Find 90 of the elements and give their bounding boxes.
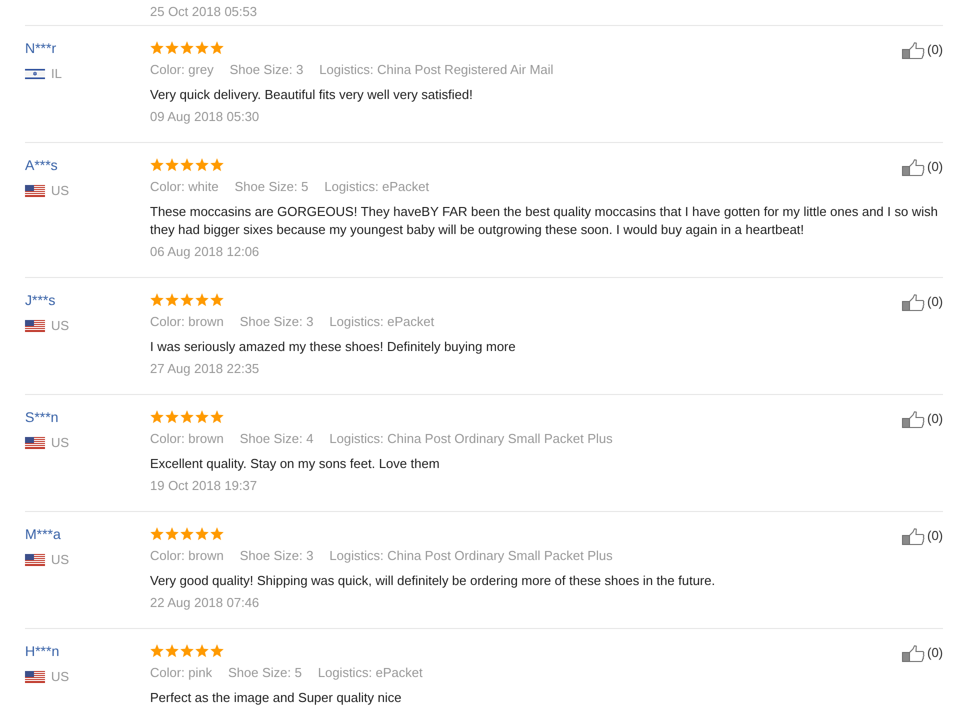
like-button[interactable]: (0): [902, 528, 943, 544]
star-icon: [150, 158, 164, 172]
product-attribute: Logistics: China Post Registered Air Mail: [319, 61, 554, 79]
star-icon: [180, 410, 194, 424]
thumbs-up-icon: [902, 294, 926, 310]
review-date: 19 Oct 2018 19:37: [150, 477, 257, 495]
star-icon: [210, 644, 224, 658]
product-attribute: Logistics: ePacket: [318, 664, 423, 682]
thumbs-up-icon: [902, 42, 926, 58]
star-icon: [150, 293, 164, 307]
star-icon: [195, 527, 209, 541]
thumbs-up-icon: [902, 158, 926, 176]
review-text: Perfect as the image and Super quality nice: [150, 689, 402, 707]
product-attribute: Shoe Size: 3: [240, 547, 314, 565]
product-attribute: Logistics: China Post Ordinary Small Packet Plus: [329, 430, 613, 448]
product-attribute: Logistics: China Post Ordinary Small Packet Plus: [329, 547, 613, 565]
reviewer-name: N***r: [25, 40, 56, 56]
star-icon: [210, 527, 224, 541]
product-attribute: Color: brown: [150, 313, 224, 331]
review-date: 22 Aug 2018 07:46: [150, 594, 260, 612]
like-button[interactable]: (0): [902, 410, 943, 428]
star-icon: [150, 410, 164, 424]
product-attribute: Color: brown: [150, 547, 224, 565]
country-code: US: [51, 551, 70, 569]
star-icon: [195, 293, 209, 307]
review-text: Very quick delivery. Beautiful fits very well very satisfied!: [150, 86, 474, 104]
product-attribute: Color: pink: [150, 664, 212, 682]
thumbs-up-icon: [902, 528, 926, 544]
flag-icon: [25, 437, 45, 449]
review-date: 09 Aug 2018 05:30: [150, 108, 260, 126]
star-icon: [165, 527, 179, 541]
star-icon: [165, 644, 179, 658]
star-icon: [165, 41, 179, 55]
flag-icon: [25, 320, 45, 332]
reviewer-name: M***a: [25, 526, 61, 542]
star-icon: [195, 41, 209, 55]
star-icon: [180, 293, 194, 307]
reviewer-name: S***n: [25, 409, 58, 425]
country-code: US: [51, 434, 70, 452]
flag-icon: [25, 185, 45, 197]
like-button[interactable]: (0): [902, 42, 943, 58]
product-attribute: Shoe Size: 5: [228, 664, 302, 682]
thumbs-up-icon: [902, 410, 926, 428]
star-icon: [180, 527, 194, 541]
star-icon: [150, 644, 164, 658]
review-text: Excellent quality. Stay on my sons feet. Love them: [150, 455, 441, 473]
star-icon: [180, 644, 194, 658]
product-attribute: Logistics: ePacket: [329, 313, 434, 331]
country-code: US: [51, 317, 70, 335]
like-button[interactable]: (0): [902, 158, 943, 176]
country-code: IL: [51, 65, 62, 83]
star-icon: [210, 293, 224, 307]
review-date: 27 Aug 2018 22:35: [150, 360, 260, 378]
star-icon: [195, 410, 209, 424]
reviewer-name: A***s: [25, 157, 58, 173]
thumbs-up-icon: [902, 644, 926, 662]
review-text: I was seriously amazed my these shoes! Definitely buying more: [150, 338, 517, 356]
reviewer-name: J***s: [25, 292, 56, 308]
star-icon: [180, 158, 194, 172]
review-text: These moccasins are GORGEOUS! They haveBY FAR been the best quality moccasins that I have gotten for my little ones and I so wish they had bigger sixes because my youngest baby will be outgrowing these soon. I would buy again in a heartbeat!: [150, 203, 939, 239]
star-icon: [150, 527, 164, 541]
star-icon: [195, 644, 209, 658]
star-icon: [210, 410, 224, 424]
product-attribute: Logistics: ePacket: [324, 178, 430, 196]
country-code: US: [51, 182, 70, 200]
product-attribute: Color: white: [150, 178, 219, 196]
star-icon: [195, 158, 209, 172]
star-icon: [210, 158, 224, 172]
flag-icon: [25, 554, 45, 566]
star-icon: [165, 158, 179, 172]
reviewer-name: H***n: [25, 643, 60, 659]
product-attribute: Color: grey: [150, 61, 214, 79]
like-button[interactable]: (0): [902, 644, 943, 662]
product-attribute: Shoe Size: 5: [234, 178, 308, 196]
star-icon: [150, 41, 164, 55]
review-text: Very good quality! Shipping was quick, will definitely be ordering more of these shoes in the future.: [150, 572, 716, 590]
star-icon: [210, 41, 224, 55]
like-button[interactable]: (0): [902, 294, 943, 310]
star-icon: [165, 410, 179, 424]
product-attribute: Color: brown: [150, 430, 224, 448]
star-icon: [165, 293, 179, 307]
product-attribute: Shoe Size: 4: [240, 430, 314, 448]
review-date: 06 Aug 2018 12:06: [150, 243, 260, 261]
flag-icon: [25, 671, 45, 683]
review-date: 25 Oct 2018 05:53: [150, 3, 257, 21]
product-attribute: Shoe Size: 3: [230, 61, 304, 79]
star-icon: [180, 41, 194, 55]
country-code: US: [51, 668, 70, 686]
flag-icon: [25, 68, 45, 80]
product-attribute: Shoe Size: 3: [240, 313, 314, 331]
